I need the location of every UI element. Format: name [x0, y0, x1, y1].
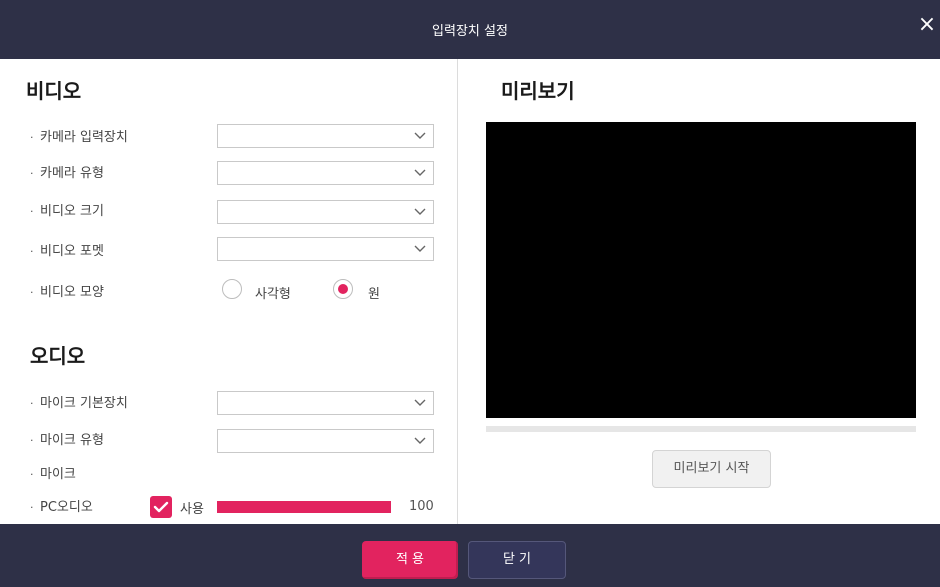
- shape-square-label: 사각형: [255, 287, 291, 302]
- shape-square-radio[interactable]: [222, 279, 242, 299]
- close-icon[interactable]: ×: [916, 14, 938, 36]
- chevron-down-icon: [414, 437, 426, 444]
- check-icon: [153, 501, 169, 513]
- preview-title: 미리보기: [501, 79, 575, 103]
- video-shape-label: · 비디오 모양: [30, 281, 104, 300]
- pc-audio-label-text: PC오디오: [40, 500, 93, 515]
- mic-type-select[interactable]: [217, 429, 434, 453]
- bullet-icon: ·: [30, 397, 34, 410]
- camera-type-label: · 카메라 유형: [30, 162, 104, 181]
- apply-button[interactable]: 적 용: [362, 541, 458, 579]
- video-section-title: 비디오: [26, 79, 82, 103]
- bullet-icon: ·: [30, 468, 34, 481]
- video-size-label: · 비디오 크기: [30, 200, 104, 219]
- mic-label: · 마이크: [30, 463, 76, 482]
- pc-audio-label: · PC오디오: [30, 496, 93, 515]
- chevron-down-icon: [414, 132, 426, 139]
- titlebar: 입력장치 설정 ×: [0, 0, 940, 59]
- mic-device-select[interactable]: [217, 391, 434, 415]
- camera-type-label-text: 카메라 유형: [40, 166, 104, 181]
- camera-device-label-text: 카메라 입력장치: [40, 130, 128, 145]
- chevron-down-icon: [414, 208, 426, 215]
- bullet-icon: ·: [30, 131, 34, 144]
- settings-pane: 비디오 · 카메라 입력장치 · 카메라 유형 · 비디오 크기 · 비디오 포멧 · 비…: [8, 59, 457, 524]
- mic-device-label: · 마이크 기본장치: [30, 392, 128, 411]
- mic-type-label: · 마이크 유형: [30, 429, 104, 448]
- audio-section-title: 오디오: [30, 344, 86, 368]
- camera-type-select[interactable]: [217, 161, 434, 185]
- bullet-icon: ·: [30, 286, 34, 299]
- chevron-down-icon: [414, 399, 426, 406]
- dialog-title: 입력장치 설정: [432, 24, 508, 39]
- video-format-label: · 비디오 포멧: [30, 240, 104, 259]
- bullet-icon: ·: [30, 167, 34, 180]
- bullet-icon: ·: [30, 501, 34, 514]
- preview-pane: 미리보기 미리보기 시작: [458, 59, 940, 524]
- shape-circle-radio[interactable]: [333, 279, 353, 299]
- camera-device-select[interactable]: [217, 124, 434, 148]
- pc-audio-use-label: 사용: [180, 502, 204, 517]
- pc-audio-volume-slider[interactable]: [217, 501, 391, 513]
- mic-device-label-text: 마이크 기본장치: [40, 396, 128, 411]
- bullet-icon: ·: [30, 245, 34, 258]
- close-button[interactable]: 닫 기: [468, 541, 566, 579]
- mic-label-text: 마이크: [40, 467, 76, 482]
- preview-start-button[interactable]: 미리보기 시작: [652, 450, 771, 488]
- radio-dot: [338, 284, 348, 294]
- camera-device-label: · 카메라 입력장치: [30, 126, 128, 145]
- chevron-down-icon: [414, 169, 426, 176]
- chevron-down-icon: [414, 245, 426, 252]
- preview-video: [486, 122, 916, 418]
- video-format-label-text: 비디오 포멧: [40, 244, 104, 259]
- video-size-label-text: 비디오 크기: [40, 204, 104, 219]
- video-shape-label-text: 비디오 모양: [40, 285, 104, 300]
- footer-bar: 적 용 닫 기: [0, 524, 940, 587]
- volume-fill: [217, 501, 391, 513]
- video-size-select[interactable]: [217, 200, 434, 224]
- bullet-icon: ·: [30, 205, 34, 218]
- pc-audio-checkbox[interactable]: [150, 496, 172, 518]
- mic-type-label-text: 마이크 유형: [40, 433, 104, 448]
- preview-progress-bar[interactable]: [486, 426, 916, 432]
- shape-circle-label: 원: [368, 287, 380, 302]
- bullet-icon: ·: [30, 434, 34, 447]
- pc-audio-volume-value: 100: [409, 499, 434, 514]
- video-format-select[interactable]: [217, 237, 434, 261]
